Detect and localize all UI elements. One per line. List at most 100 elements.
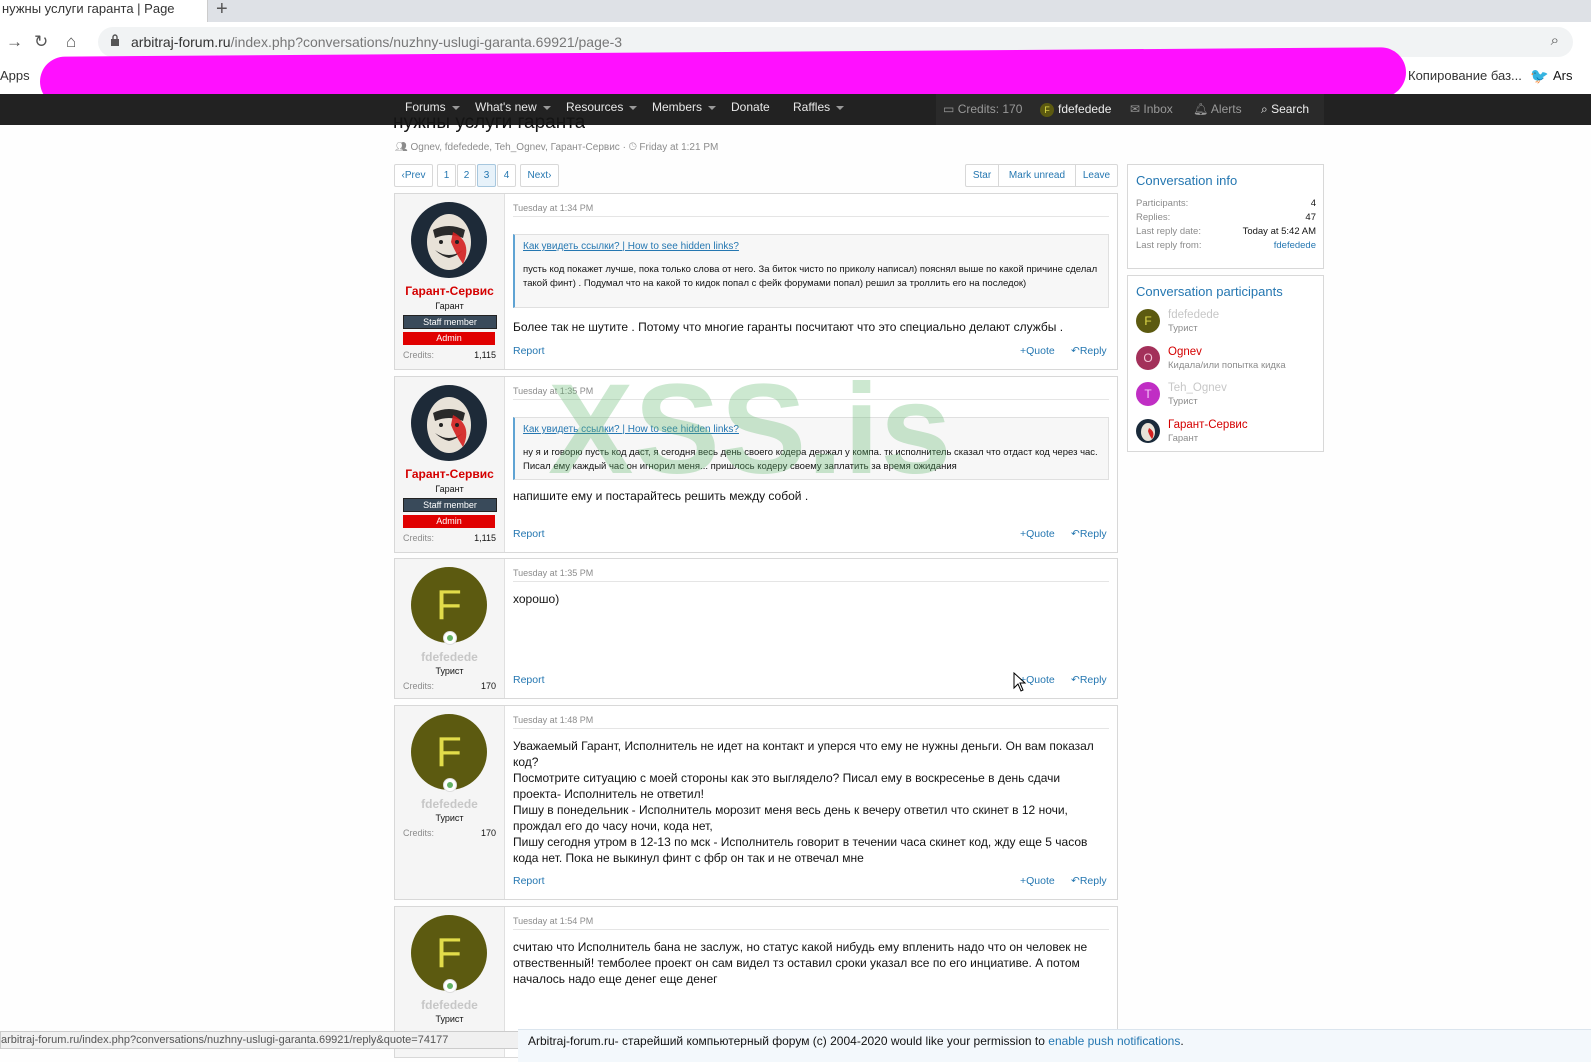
divider xyxy=(513,216,1109,217)
avatar[interactable] xyxy=(1136,419,1160,443)
page-4-button[interactable]: 4 xyxy=(497,164,516,187)
divider xyxy=(513,399,1109,400)
message-date[interactable]: Tuesday at 1:35 PM xyxy=(513,386,593,396)
user-credits: Credits: 1,115 xyxy=(403,350,496,360)
chevron-down-icon xyxy=(836,105,845,110)
credits-link[interactable]: ▭ Credits: 170 xyxy=(943,102,1022,116)
message: F fdefedede Турист Credits: 170 Tuesday a… xyxy=(394,558,1118,699)
reply-button[interactable]: ↶Reply xyxy=(1071,528,1107,540)
nav-members[interactable]: Members xyxy=(652,100,717,114)
page-1-button[interactable]: 1 xyxy=(437,164,456,187)
username-link[interactable]: Гарант-Сервис xyxy=(395,284,504,298)
search-button[interactable]: ⌕ Search xyxy=(1261,102,1309,117)
browser-status-bar: arbitraj-forum.ru/index.php?conversation… xyxy=(0,1031,519,1049)
hidden-links-help-link[interactable]: Как увидеть ссылки? | How to see hidden … xyxy=(523,424,739,435)
message-body: Более так не шутите . Потому что многие … xyxy=(513,320,1064,334)
avatar[interactable] xyxy=(411,202,487,278)
avatar[interactable]: O xyxy=(1136,346,1160,370)
reply-icon: ↶ xyxy=(1071,345,1080,357)
quote-block: Как увидеть ссылки? | How to see hidden … xyxy=(513,234,1109,308)
alerts-link[interactable]: 🔔︎ Alerts xyxy=(1193,102,1242,116)
report-link[interactable]: Report xyxy=(513,345,545,357)
user-title: Турист xyxy=(435,1014,464,1024)
participant-item[interactable]: O Ognev Кидала/или попытка кидка xyxy=(1136,346,1318,376)
info-row: Participants: 4 xyxy=(1136,198,1316,209)
bookmark-item[interactable]: Копирование баз... xyxy=(1408,68,1522,83)
reply-button[interactable]: ↶Reply xyxy=(1071,674,1107,686)
participant-name[interactable]: Ognev xyxy=(1168,346,1202,358)
chevron-down-icon xyxy=(451,105,460,110)
body-line: Уважаемый Гарант, Исполнитель не идет на… xyxy=(513,739,1094,769)
report-link[interactable]: Report xyxy=(513,674,545,686)
avatar[interactable] xyxy=(411,385,487,461)
page-2-button[interactable]: 2 xyxy=(457,164,476,187)
last-reply-user-link[interactable]: fdefedede xyxy=(1274,240,1316,251)
participant-item[interactable]: T Teh_Ognev Турист xyxy=(1136,382,1318,412)
new-tab-icon[interactable]: + xyxy=(216,0,228,21)
participant-name[interactable]: Гарант-Сервис xyxy=(1168,419,1248,431)
leave-button[interactable]: Leave xyxy=(1076,165,1117,186)
username-link[interactable]: Гарант-Сервис xyxy=(395,467,504,481)
home-icon[interactable]: ⌂ xyxy=(66,32,76,52)
message-date[interactable]: Tuesday at 1:48 PM xyxy=(513,715,593,725)
page-3-button[interactable]: 3 xyxy=(477,164,496,187)
avatar[interactable]: F xyxy=(1136,309,1160,333)
star-button[interactable]: Star xyxy=(966,165,999,186)
message-body: считаю что Исполнитель бана не заслуж, н… xyxy=(513,940,1088,986)
enable-push-link[interactable]: enable push notifications xyxy=(1048,1034,1180,1048)
report-link[interactable]: Report xyxy=(513,528,545,540)
prev-page-button[interactable]: ‹Prev xyxy=(394,164,433,187)
user-title: Гарант xyxy=(435,301,464,311)
admin-badge: Admin xyxy=(403,332,495,345)
message-date[interactable]: Tuesday at 1:34 PM xyxy=(513,203,593,213)
chevron-down-icon xyxy=(708,105,717,110)
next-page-button[interactable]: Next› xyxy=(520,164,559,187)
twitter-bird-icon[interactable]: 🐦 xyxy=(1530,67,1549,85)
participant-item[interactable]: Гарант-Сервис Гарант xyxy=(1136,419,1318,449)
user-credits: Credits: 170 xyxy=(403,681,496,691)
chevron-down-icon xyxy=(629,105,638,110)
reload-icon[interactable]: ↻ xyxy=(34,32,48,52)
users-icon: 👥︎ xyxy=(395,142,408,153)
reply-icon: ↶ xyxy=(1071,674,1080,686)
nav-raffles[interactable]: Raffles xyxy=(793,100,845,114)
message-date[interactable]: Tuesday at 1:35 PM xyxy=(513,568,593,578)
body-line: Пишу в понедельник - Исполнитель морозит… xyxy=(513,803,1068,833)
mouse-cursor-icon xyxy=(1013,672,1027,692)
browser-tab[interactable]: нужны услуги гаранта | Page xyxy=(0,0,208,22)
username-link[interactable]: fdefedede xyxy=(395,650,504,664)
quote-text: пусть код покажет лучше, пока только сло… xyxy=(523,264,1098,289)
forward-icon[interactable]: → xyxy=(6,32,23,52)
inbox-link[interactable]: ✉ Inbox xyxy=(1130,102,1173,116)
reply-button[interactable]: ↶Reply xyxy=(1071,345,1107,357)
clock-icon: 🕒︎ xyxy=(628,142,637,153)
quote-button[interactable]: +Quote xyxy=(1020,528,1055,540)
nav-donate[interactable]: Donate xyxy=(731,100,770,114)
username-link[interactable]: fdefedede xyxy=(395,797,504,811)
site-nav: Forums What's new Resources Members Dona… xyxy=(0,94,1591,125)
envelope-icon: ✉ xyxy=(1130,102,1141,116)
zoom-icon[interactable]: ⌕ xyxy=(1551,32,1559,49)
avatar[interactable]: T xyxy=(1136,382,1160,406)
quote-button[interactable]: +Quote xyxy=(1020,875,1055,887)
mark-unread-button[interactable]: Mark unread xyxy=(999,165,1076,186)
username-link[interactable]: fdefedede xyxy=(395,998,504,1012)
report-link[interactable]: Report xyxy=(513,875,545,887)
hidden-links-help-link[interactable]: Как увидеть ссылки? | How to see hidden … xyxy=(523,241,739,252)
participant-name[interactable]: fdefedede xyxy=(1168,309,1219,321)
reply-button[interactable]: ↶Reply xyxy=(1071,875,1107,887)
url-text: arbitraj-forum.ru/index.php?conversation… xyxy=(131,34,623,50)
apps-shortcut[interactable]: Apps xyxy=(0,68,30,83)
body-line: Пишу сегодня утром в 12-13 по мск - Испо… xyxy=(513,835,1088,865)
message-date[interactable]: Tuesday at 1:54 PM xyxy=(513,916,593,926)
online-status-icon xyxy=(443,631,457,645)
quote-block: Как увидеть ссылки? | How to see hidden … xyxy=(513,417,1109,480)
divider xyxy=(513,581,1109,582)
account-link[interactable]: Ffdefedede xyxy=(1040,102,1111,117)
participant-item[interactable]: F fdefedede Турист xyxy=(1136,309,1318,339)
participant-role: Турист xyxy=(1168,323,1198,334)
participant-name[interactable]: Teh_Ognev xyxy=(1168,382,1227,394)
bookmark-item[interactable]: Ars xyxy=(1553,68,1573,83)
user-credits: Credits: 1,115 xyxy=(403,533,496,543)
quote-button[interactable]: +Quote xyxy=(1020,345,1055,357)
